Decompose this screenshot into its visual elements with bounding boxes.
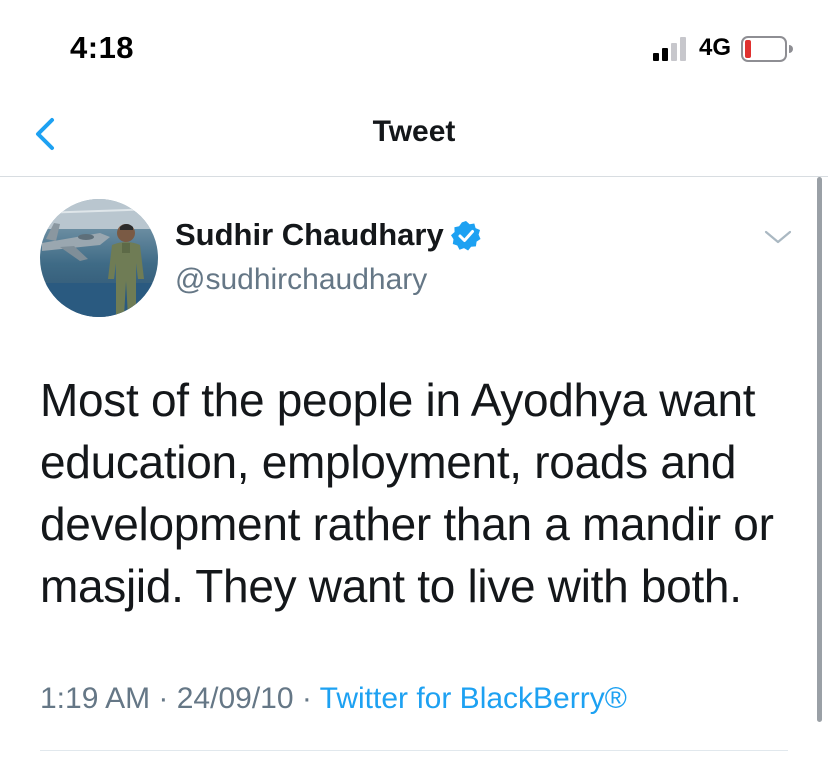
chevron-down-icon[interactable] xyxy=(763,227,793,247)
tweet-meta: 1:19 AM · 24/09/10 · Twitter for BlackBe… xyxy=(40,682,627,716)
meta-separator: · xyxy=(293,682,320,715)
status-bar: 4:18 4G xyxy=(0,0,828,90)
verified-badge-icon xyxy=(450,221,481,251)
meta-separator: · xyxy=(150,682,177,715)
avatar-photo xyxy=(40,199,158,317)
network-type: 4G xyxy=(699,34,732,61)
navigation-bar: Tweet xyxy=(0,90,828,177)
tweet-detail: Sudhir Chaudhary @sudhirchaudhary Most o… xyxy=(0,177,828,762)
battery-icon xyxy=(741,36,793,62)
author-name[interactable]: Sudhir Chaudhary xyxy=(175,217,444,253)
author-handle[interactable]: @sudhirchaudhary xyxy=(175,263,427,297)
signal-strength-icon xyxy=(653,37,686,61)
status-time: 4:18 xyxy=(70,30,135,65)
tweet-source-link[interactable]: Twitter for BlackBerry® xyxy=(320,682,627,715)
tweet-text: Most of the people in Ayodhya want educa… xyxy=(40,374,774,612)
author-name-row[interactable]: Sudhir Chaudhary xyxy=(175,217,482,253)
tweet-date: 24/09/10 xyxy=(176,682,294,715)
tweet-time: 1:19 AM xyxy=(40,682,151,715)
page-title: Tweet xyxy=(372,115,456,148)
avatar[interactable] xyxy=(40,199,158,317)
divider xyxy=(40,750,788,751)
scroll-indicator xyxy=(817,177,822,722)
